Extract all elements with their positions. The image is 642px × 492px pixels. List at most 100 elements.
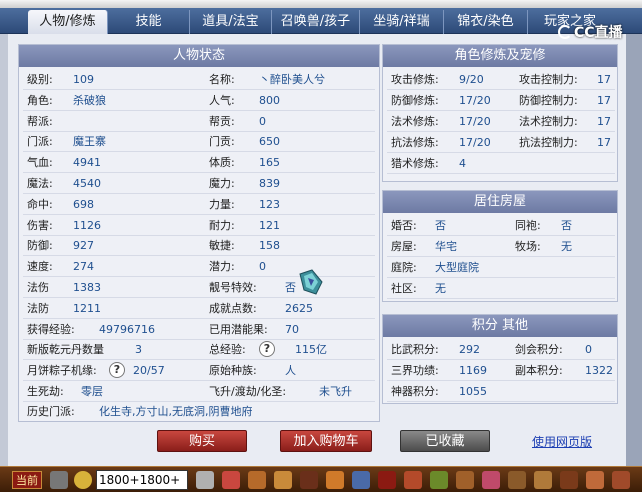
tool-icon-8[interactable] — [378, 471, 396, 489]
stat-label: 成就点数: — [209, 301, 257, 315]
score-label: 副本积分: — [515, 364, 563, 377]
tab-character[interactable]: 人物/修炼 — [28, 10, 108, 34]
buy-button[interactable]: 购买 — [157, 430, 247, 452]
stat-value: 2625 — [285, 301, 313, 315]
cultivation-value: 17 — [597, 115, 611, 128]
stat-label: 体质: — [209, 156, 235, 170]
stat-value: 1126 — [73, 218, 101, 232]
cultivation-label: 法术修炼: — [391, 115, 439, 128]
cultivation-label: 抗法修炼: — [391, 136, 439, 149]
stat-value: 650 — [259, 135, 280, 149]
stat-label: 门派: — [27, 135, 53, 149]
left-frame — [0, 34, 8, 466]
tool-icon-7[interactable] — [352, 471, 370, 489]
tool-icon-17[interactable] — [612, 471, 630, 489]
score-label: 剑会积分: — [515, 343, 563, 356]
stat-label: 魔力: — [209, 177, 235, 190]
stat-label: 飞升/渡劫/化圣: — [209, 385, 287, 398]
emoji-icon[interactable] — [74, 471, 92, 489]
stat-value: 121 — [259, 218, 280, 232]
stat-value: 109 — [73, 73, 94, 86]
stat-value: 123 — [259, 197, 280, 211]
housing-label: 同袍: — [515, 219, 541, 232]
tool-icon-16[interactable] — [586, 471, 604, 489]
tool-icon-6[interactable] — [326, 471, 344, 489]
tab-summons[interactable]: 召唤兽/孩子 — [272, 10, 360, 34]
tool-icon-4[interactable] — [274, 471, 292, 489]
tab-skills[interactable]: 技能 — [108, 10, 190, 34]
cultivation-row: 抗法修炼: 17/20 抗法控制力: 17 — [387, 132, 615, 153]
housing-row: 社区: 无 — [387, 278, 615, 299]
chat-input[interactable]: 1800+1800+ — [96, 470, 188, 490]
help-icon[interactable]: ? — [109, 362, 125, 379]
tool-icon-1[interactable] — [196, 471, 214, 489]
cultivation-panel: 角色修炼及宠修 攻击修炼: 9/20 攻击控制力: 17 防御修炼: 17/20 防御控制力… — [382, 44, 618, 182]
tab-outfits[interactable]: 锦衣/染色 — [444, 10, 528, 34]
cultivation-value: 17 — [597, 73, 611, 86]
stat-value: 927 — [73, 239, 94, 253]
stat-label: 总经验: — [209, 343, 246, 357]
tool-icon-13[interactable] — [508, 471, 526, 489]
score-panel-title: 积分 其他 — [383, 315, 617, 337]
stat-value: 人 — [285, 364, 296, 378]
tool-icon-15[interactable] — [560, 471, 578, 489]
current-channel-button[interactable]: 当前 — [12, 471, 42, 489]
tab-mounts[interactable]: 坐骑/祥瑞 — [360, 10, 444, 34]
stat-value: 800 — [259, 93, 280, 107]
stat-label: 敏捷: — [209, 239, 235, 253]
stat-value: 158 — [259, 239, 280, 253]
housing-label: 庭院: — [391, 261, 417, 274]
stat-label: 气血: — [27, 156, 53, 170]
score-value: 1055 — [459, 385, 487, 398]
cultivation-value: 17 — [597, 136, 611, 149]
help-icon[interactable]: ? — [259, 341, 275, 358]
tool-icon-12[interactable] — [482, 471, 500, 489]
stat-label: 名称: — [209, 73, 235, 86]
score-row: 比武积分: 292 剑会积分: 0 — [387, 339, 615, 360]
housing-value: 华宅 — [435, 240, 457, 253]
tab-items[interactable]: 道具/法宝 — [190, 10, 272, 34]
status-row: 获得经验: 49796716 已用潜能果: 70 — [23, 319, 375, 340]
tool-icon-11[interactable] — [456, 471, 474, 489]
cultivation-panel-title: 角色修炼及宠修 — [383, 45, 617, 67]
status-row: 帮派: 帮贡: 0 — [23, 111, 375, 132]
stat-value: 1211 — [73, 301, 101, 315]
tool-icon-14[interactable] — [534, 471, 552, 489]
add-to-cart-button[interactable]: 加入购物车 — [280, 430, 372, 452]
housing-value: 否 — [435, 219, 446, 232]
stat-label: 角色: — [27, 93, 53, 107]
cultivation-row: 防御修炼: 17/20 防御控制力: 17 — [387, 90, 615, 111]
housing-value: 无 — [561, 240, 572, 253]
stat-label: 月饼粽子机缘: — [27, 364, 97, 378]
stat-value: 杀破狼 — [73, 93, 106, 107]
housing-label: 房屋: — [391, 240, 417, 253]
collected-button[interactable]: 已收藏 — [400, 430, 490, 452]
status-panel: 人物状态 级别: 109 名称: 丶醉卧美人兮 角色: 杀破狼 人气: 800 帮派: 帮贡: 0 门… — [18, 44, 380, 422]
stat-label: 速度: — [27, 260, 53, 274]
tool-icon-2[interactable] — [222, 471, 240, 489]
stat-value: 未飞升 — [319, 385, 352, 398]
status-row: 新版乾元丹数量 3 总经验:? 115亿 — [23, 339, 375, 361]
tool-icon-10[interactable] — [430, 471, 448, 489]
cultivation-label: 攻击控制力: — [519, 73, 578, 86]
tool-icon-3[interactable] — [248, 471, 266, 489]
tool-icon-5[interactable] — [300, 471, 318, 489]
status-row: 生死劫: 零层 飞升/渡劫/化圣: 未飞升 — [23, 381, 375, 402]
web-version-link[interactable]: 使用网页版 — [532, 433, 592, 450]
stat-value: 1383 — [73, 281, 101, 294]
stat-label: 魔法: — [27, 177, 53, 190]
stat-label: 获得经验: — [27, 322, 75, 336]
tool-icon-9[interactable] — [404, 471, 422, 489]
housing-label: 社区: — [391, 282, 417, 295]
stat-label: 命中: — [27, 197, 53, 211]
microphone-icon[interactable] — [50, 471, 68, 489]
cultivation-label: 防御修炼: — [391, 94, 439, 107]
stat-value: 4540 — [73, 177, 101, 190]
housing-row: 房屋: 华宅 牧场: 无 — [387, 236, 615, 257]
stat-value: 165 — [259, 156, 280, 170]
housing-row: 庭院: 大型庭院 — [387, 257, 615, 278]
stat-value: 4941 — [73, 156, 101, 170]
stat-value: 274 — [73, 260, 94, 274]
score-panel: 积分 其他 比武积分: 292 剑会积分: 0 三界功绩: 1169 副本积分: 1322 神器… — [382, 314, 618, 404]
score-value: 1169 — [459, 364, 487, 377]
